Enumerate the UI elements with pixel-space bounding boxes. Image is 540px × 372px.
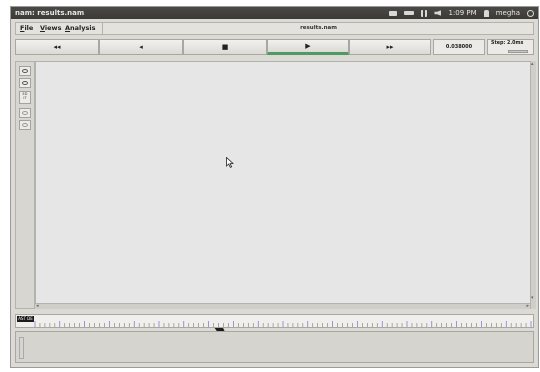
stop-button[interactable]: ■ bbox=[183, 39, 267, 55]
power-icon[interactable] bbox=[527, 9, 534, 17]
network-icon[interactable] bbox=[421, 9, 428, 17]
step-label: Step: 2.0ms bbox=[491, 41, 524, 46]
tool-5-icon bbox=[22, 123, 28, 127]
battery-icon[interactable] bbox=[404, 11, 415, 15]
top-panel: nam: results.nam 1:09 PM megha bbox=[11, 7, 538, 19]
scroll-right-icon[interactable]: ▸ bbox=[526, 303, 529, 309]
network-canvas[interactable] bbox=[35, 61, 535, 344]
user-name[interactable]: megha bbox=[496, 7, 520, 19]
clock[interactable]: 1:09 PM bbox=[448, 7, 476, 19]
edit-button[interactable]: ED IT bbox=[19, 91, 31, 104]
volume-icon[interactable] bbox=[434, 10, 442, 16]
user-icon bbox=[483, 9, 489, 17]
scroll-left-icon[interactable]: ◂ bbox=[36, 303, 39, 309]
zoom-out-icon bbox=[22, 81, 28, 85]
time-display: 0.038000 bbox=[433, 39, 485, 55]
timeline-slider[interactable]: AST DE bbox=[15, 314, 534, 328]
playback-controls: ◂◂ ◂ ■ ▶ ▸▸ 0.038000 Step: 2.0ms bbox=[15, 39, 534, 57]
file-title: results.nam bbox=[102, 23, 534, 34]
timeline-handle[interactable]: AST DE bbox=[17, 316, 34, 322]
fast-rewind-icon: ◂◂ bbox=[53, 43, 61, 51]
fast-rewind-button[interactable]: ◂◂ bbox=[15, 39, 99, 55]
zoom-in-button[interactable] bbox=[19, 66, 31, 76]
fast-forward-icon: ▸▸ bbox=[386, 43, 394, 51]
play-button[interactable]: ▶ bbox=[267, 39, 349, 55]
vertical-scrollbar[interactable]: ▴ ▾ bbox=[530, 61, 536, 309]
stop-icon: ■ bbox=[221, 43, 229, 51]
timeline-ticks bbox=[34, 321, 532, 327]
system-tray: 1:09 PM megha bbox=[389, 7, 534, 19]
left-toolbar: ED IT bbox=[15, 61, 35, 309]
zoom-in-icon bbox=[22, 69, 28, 73]
scroll-down-icon[interactable]: ▾ bbox=[531, 295, 534, 301]
tool-4-button[interactable] bbox=[19, 108, 31, 118]
zoom-out-button[interactable] bbox=[19, 78, 31, 88]
fast-forward-button[interactable]: ▸▸ bbox=[349, 39, 431, 55]
menu-file[interactable]: File bbox=[20, 24, 33, 32]
step-slider[interactable] bbox=[508, 50, 528, 53]
panel-resize-handle[interactable] bbox=[19, 337, 24, 359]
tool-5-button[interactable] bbox=[19, 120, 31, 130]
play-icon: ▶ bbox=[305, 42, 311, 50]
rewind-icon: ◂ bbox=[139, 43, 143, 51]
menu-bar: File Views Analysis results.nam bbox=[15, 22, 534, 35]
menu-views[interactable]: Views bbox=[40, 24, 61, 32]
annotation-panel bbox=[15, 331, 534, 363]
mouse-cursor-icon bbox=[226, 157, 234, 168]
scroll-up-icon[interactable]: ▴ bbox=[531, 61, 534, 67]
edit-icon: ED IT bbox=[22, 92, 28, 100]
mail-icon[interactable] bbox=[389, 10, 398, 16]
rewind-button[interactable]: ◂ bbox=[99, 39, 183, 55]
step-control: Step: 2.0ms bbox=[487, 39, 534, 55]
horizontal-scrollbar[interactable]: ◂ ▸ bbox=[35, 303, 530, 309]
menu-analysis[interactable]: Analysis bbox=[65, 24, 95, 32]
nam-window: nam: results.nam 1:09 PM megha File View… bbox=[10, 6, 539, 368]
window-title: nam: results.nam bbox=[15, 9, 85, 17]
tool-4-icon bbox=[22, 111, 28, 115]
